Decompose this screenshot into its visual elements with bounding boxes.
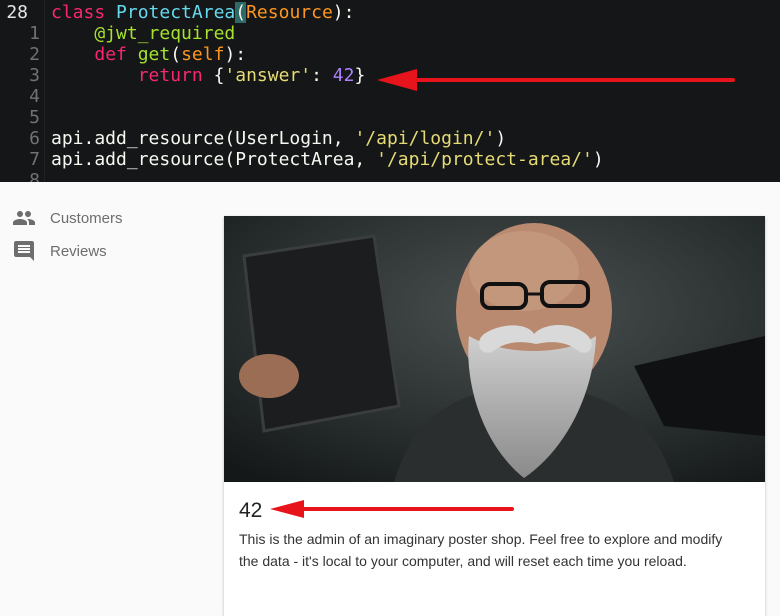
code-token: : [311,65,333,86]
code-token: return [137,65,214,86]
code-token: def [94,44,138,65]
card-description: This is the admin of an imaginary poster… [239,531,723,569]
code-text: @jwt_required [51,23,235,44]
admin-panel: Customers Reviews 42 This is the admin o… [0,182,780,616]
line-number: 4 [29,86,40,107]
red-arrow-icon [377,69,735,91]
line-number: 8 [29,170,40,182]
code-token: ): [224,44,247,65]
sidebar-item-label: Reviews [50,242,107,260]
code-text: class ProtectArea(Resource): [51,2,354,23]
code-token: api.add_resource(UserLogin, [51,128,355,149]
sidebar-item-reviews[interactable]: Reviews [0,235,200,267]
line-number: 6 [29,128,40,149]
code-editor[interactable]: 28 class ProtectArea(Resource): 1 @jwt_req… [0,0,780,182]
code-token: self [181,44,225,65]
code-token: get [137,44,171,65]
code-token: 'answer' [224,65,312,86]
code-token: ): [332,2,355,23]
line-number: 7 [29,149,40,170]
line-number: 1 [29,23,40,44]
card-title: 42 [239,499,263,522]
code-token: ( [235,2,247,23]
code-text: api.add_resource(UserLogin, '/api/login/… [51,128,506,149]
people-icon [13,211,35,225]
line-number: 5 [29,107,40,128]
code-token: '/api/login/' [354,128,496,149]
code-token: { [213,65,225,86]
code-token: ) [495,128,507,149]
code-token: api.add_resource(ProtectArea, [51,149,377,170]
sidebar-item-customers[interactable]: Customers [0,202,200,234]
line-number: 28 [6,2,28,23]
code-token: Resource [246,2,333,23]
bearded-man-photo [224,216,765,482]
code-token: 42 [332,65,355,86]
welcome-card: 42 This is the admin of an imaginary pos… [224,216,765,616]
comment-icon [14,241,34,261]
code-text: def get(self): [51,44,246,65]
code-token: '/api/protect-area/' [376,149,593,170]
sidebar-item-label: Customers [50,209,123,227]
gutter-separator [44,0,45,182]
line-number: 2 [29,44,40,65]
code-token: class [51,2,117,23]
code-token: ) [592,149,604,170]
code-text: api.add_resource(ProtectArea, '/api/prot… [51,149,604,170]
code-token: } [354,65,366,86]
code-text: return {'answer': 42} [51,65,366,86]
card-photo [224,216,765,482]
red-arrow-icon [270,500,514,518]
code-token: ( [170,44,182,65]
line-number: 3 [29,65,40,86]
code-token: @jwt_required [94,23,236,44]
code-token: ProtectArea [116,2,236,23]
